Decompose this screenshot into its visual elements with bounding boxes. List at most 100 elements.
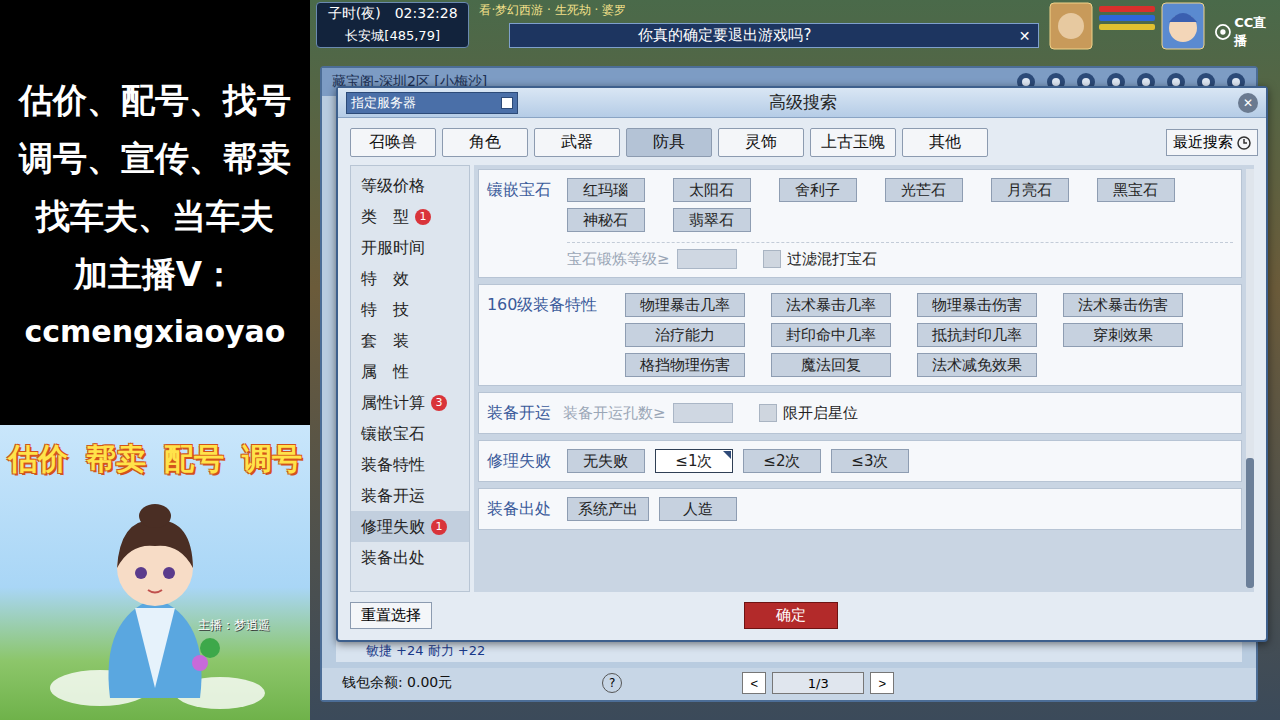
player-avatar-icon[interactable]	[1161, 2, 1205, 50]
category-tab[interactable]: 其他	[902, 128, 988, 157]
sidebar-item[interactable]: 装备出处	[351, 542, 469, 573]
category-tab[interactable]: 防具	[626, 128, 712, 157]
checkbox-label: 过滤混打宝石	[787, 250, 877, 269]
sidebar-item[interactable]: 装备特性	[351, 449, 469, 480]
level-input[interactable]	[677, 249, 737, 269]
option-chip[interactable]: 人造	[659, 497, 737, 521]
section-label: 装备出处	[487, 497, 559, 521]
gem-options: 红玛瑙 太阳石 舍利子 光芒石 月亮石 黑宝石神秘石 翡翠石	[567, 178, 1203, 232]
category-tab[interactable]: 武器	[534, 128, 620, 157]
category-tab[interactable]: 角色	[442, 128, 528, 157]
option-chip[interactable]: 魔法回复	[771, 353, 891, 377]
list-row[interactable]: 敏捷 +24 耐力 +22	[336, 640, 1242, 662]
option-chip[interactable]: 太阳石	[673, 178, 751, 202]
confirm-button[interactable]: 确定	[744, 602, 838, 629]
option-chip[interactable]: ≤1次	[655, 449, 733, 473]
count-input[interactable]	[673, 403, 733, 423]
exit-alert: 你真的确定要退出游戏吗? ✕	[509, 23, 1039, 48]
sidebar-item[interactable]: 特 技	[351, 294, 469, 325]
option-chip[interactable]: 神秘石	[567, 208, 645, 232]
game-clock: 02:32:28	[395, 5, 458, 23]
sidebar-item[interactable]: 属 性	[351, 356, 469, 387]
checkbox-box[interactable]	[759, 404, 777, 422]
checkbox-label: 限开启星位	[783, 404, 858, 423]
category-tab[interactable]: 灵饰	[718, 128, 804, 157]
game-hud: 子时(夜)02:32:28长安城[485,79]看·梦幻西游 · 生死劫 · 婆…	[310, 0, 1280, 64]
alert-close[interactable]: ✕	[1019, 28, 1031, 44]
sp-bar	[1099, 24, 1155, 30]
filter-checkbox[interactable]: 限开启星位	[759, 404, 858, 423]
option-chip[interactable]: ≤3次	[831, 449, 909, 473]
option-chip[interactable]: 抵抗封印几率	[917, 323, 1037, 347]
option-chip[interactable]: 翡翠石	[673, 208, 751, 232]
option-chip[interactable]: 法术暴击几率	[771, 293, 891, 317]
option-chip[interactable]: 光芒石	[885, 178, 963, 202]
sidebar-item[interactable]: 特 效	[351, 263, 469, 294]
feature-options: 物理暴击几率 法术暴击几率 物理暴击伤害 法术暴击伤害治疗能力 封印命中几率 抵抗封印几率…	[625, 293, 1209, 377]
option-chip[interactable]: ≤2次	[743, 449, 821, 473]
option-chip[interactable]: 法术减免效果	[917, 353, 1037, 377]
sidebar-item[interactable]: 装备开运	[351, 480, 469, 511]
option-chip[interactable]: 治疗能力	[625, 323, 745, 347]
sidebar-item[interactable]: 修理失败1	[351, 511, 469, 542]
dialog-title: 高级搜索	[518, 91, 1088, 114]
banner: 估价帮卖配号调号主播：梦逍遥	[0, 425, 310, 720]
promo-line: 找车夫、当车夫	[36, 194, 274, 238]
count-badge: 3	[431, 395, 447, 411]
category-tab[interactable]: 上古玉魄	[810, 128, 896, 157]
option-chip[interactable]: 系统产出	[567, 497, 649, 521]
divider	[567, 242, 1233, 243]
option-chip[interactable]: 舍利子	[779, 178, 857, 202]
option-chip[interactable]: 物理暴击几率	[625, 293, 745, 317]
slogan: 帮卖	[86, 439, 146, 480]
sidebar-item[interactable]: 套 装	[351, 325, 469, 356]
marquee: 看·梦幻西游 · 生死劫 · 婆罗	[479, 2, 1039, 19]
category-tab[interactable]: 召唤兽	[350, 128, 436, 157]
feature-section: 160级装备特性物理暴击几率法术暴击几率物理暴击伤害法术暴击伤害治疗能力封印命中…	[478, 284, 1242, 386]
sidebar-item[interactable]: 镶嵌宝石	[351, 418, 469, 449]
sidebar-item[interactable]: 属性计算3	[351, 387, 469, 418]
option-chip[interactable]: 格挡物理伤害	[625, 353, 745, 377]
option-chip[interactable]: 黑宝石	[1097, 178, 1175, 202]
filter-checkbox[interactable]: 过滤混打宝石	[763, 250, 877, 269]
option-chip[interactable]: 月亮石	[991, 178, 1069, 202]
checkbox-box[interactable]	[763, 250, 781, 268]
sidebar-item[interactable]: 等级价格	[351, 170, 469, 201]
party-avatars	[1049, 2, 1205, 50]
server-select[interactable]: 指定服务器	[346, 92, 518, 114]
option-chip[interactable]: 穿刺效果	[1063, 323, 1183, 347]
scroll-thumb[interactable]	[1246, 458, 1254, 588]
scrollbar[interactable]	[1246, 169, 1254, 588]
pager: <1/3>	[742, 672, 894, 694]
sidebar-item[interactable]: 开服时间	[351, 232, 469, 263]
filter-sidebar: 等级价格类 型1开服时间特 效特 技套 装属 性属性计算3镶嵌宝石装备特性装备开…	[350, 165, 470, 592]
dialog-close[interactable]: ✕	[1238, 93, 1258, 113]
opening-section: 装备开运装备开运孔数≥限开启星位	[478, 392, 1242, 434]
stream-sidebar: 估价、配号、找号调号、宣传、帮卖找车夫、当车夫加主播V：ccmengxiaoya…	[0, 0, 310, 720]
next-page[interactable]: >	[870, 672, 894, 694]
gem-section: 镶嵌宝石红玛瑙太阳石舍利子光芒石月亮石黑宝石神秘石翡翠石宝石锻炼等级≥过滤混打宝…	[478, 169, 1242, 278]
alert-message: 你真的确定要退出游戏吗?	[638, 26, 811, 45]
section-label: 修理失败	[487, 449, 559, 473]
option-chip[interactable]: 法术暴击伤害	[1063, 293, 1183, 317]
option-chip[interactable]: 封印命中几率	[771, 323, 891, 347]
hp-bar	[1099, 6, 1155, 12]
mp-bar	[1099, 15, 1155, 21]
clock-icon	[1237, 136, 1251, 150]
slogan: 调号	[242, 439, 302, 480]
slogan: 配号	[164, 439, 224, 480]
help-button[interactable]: ?	[602, 673, 622, 693]
pet-avatar-icon[interactable]	[1049, 2, 1093, 50]
option-chip[interactable]: 无失败	[567, 449, 645, 473]
option-chip[interactable]: 红玛瑙	[567, 178, 645, 202]
reset-button[interactable]: 重置选择	[350, 602, 432, 629]
sidebar-item[interactable]: 类 型1	[351, 201, 469, 232]
prev-page[interactable]: <	[742, 672, 766, 694]
stream-logo: CC直播	[1215, 2, 1274, 50]
category-tabs: 召唤兽角色武器防具灵饰上古玉魄其他 最近搜索	[338, 118, 1266, 161]
option-chip[interactable]: 物理暴击伤害	[917, 293, 1037, 317]
recent-search[interactable]: 最近搜索	[1166, 129, 1258, 156]
host-label: 主播：梦逍遥	[198, 617, 270, 634]
slogan: 估价	[8, 439, 68, 480]
filter-content: 镶嵌宝石红玛瑙太阳石舍利子光芒石月亮石黑宝石神秘石翡翠石宝石锻炼等级≥过滤混打宝…	[474, 165, 1254, 592]
